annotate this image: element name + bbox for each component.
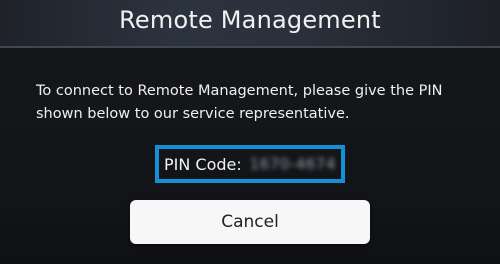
cancel-button[interactable]: Cancel [130, 200, 370, 244]
remote-management-dialog: Remote Management To connect to Remote M… [0, 0, 500, 264]
pin-code-highlight: PIN Code: 1670-4674 [155, 145, 345, 183]
instruction-message: To connect to Remote Management, please … [36, 83, 443, 122]
pin-code-label: PIN Code: [163, 154, 242, 174]
pin-code-value: 1670-4674 [249, 155, 337, 173]
dialog-title-bar: Remote Management [0, 0, 500, 48]
dialog-title: Remote Management [119, 6, 381, 34]
